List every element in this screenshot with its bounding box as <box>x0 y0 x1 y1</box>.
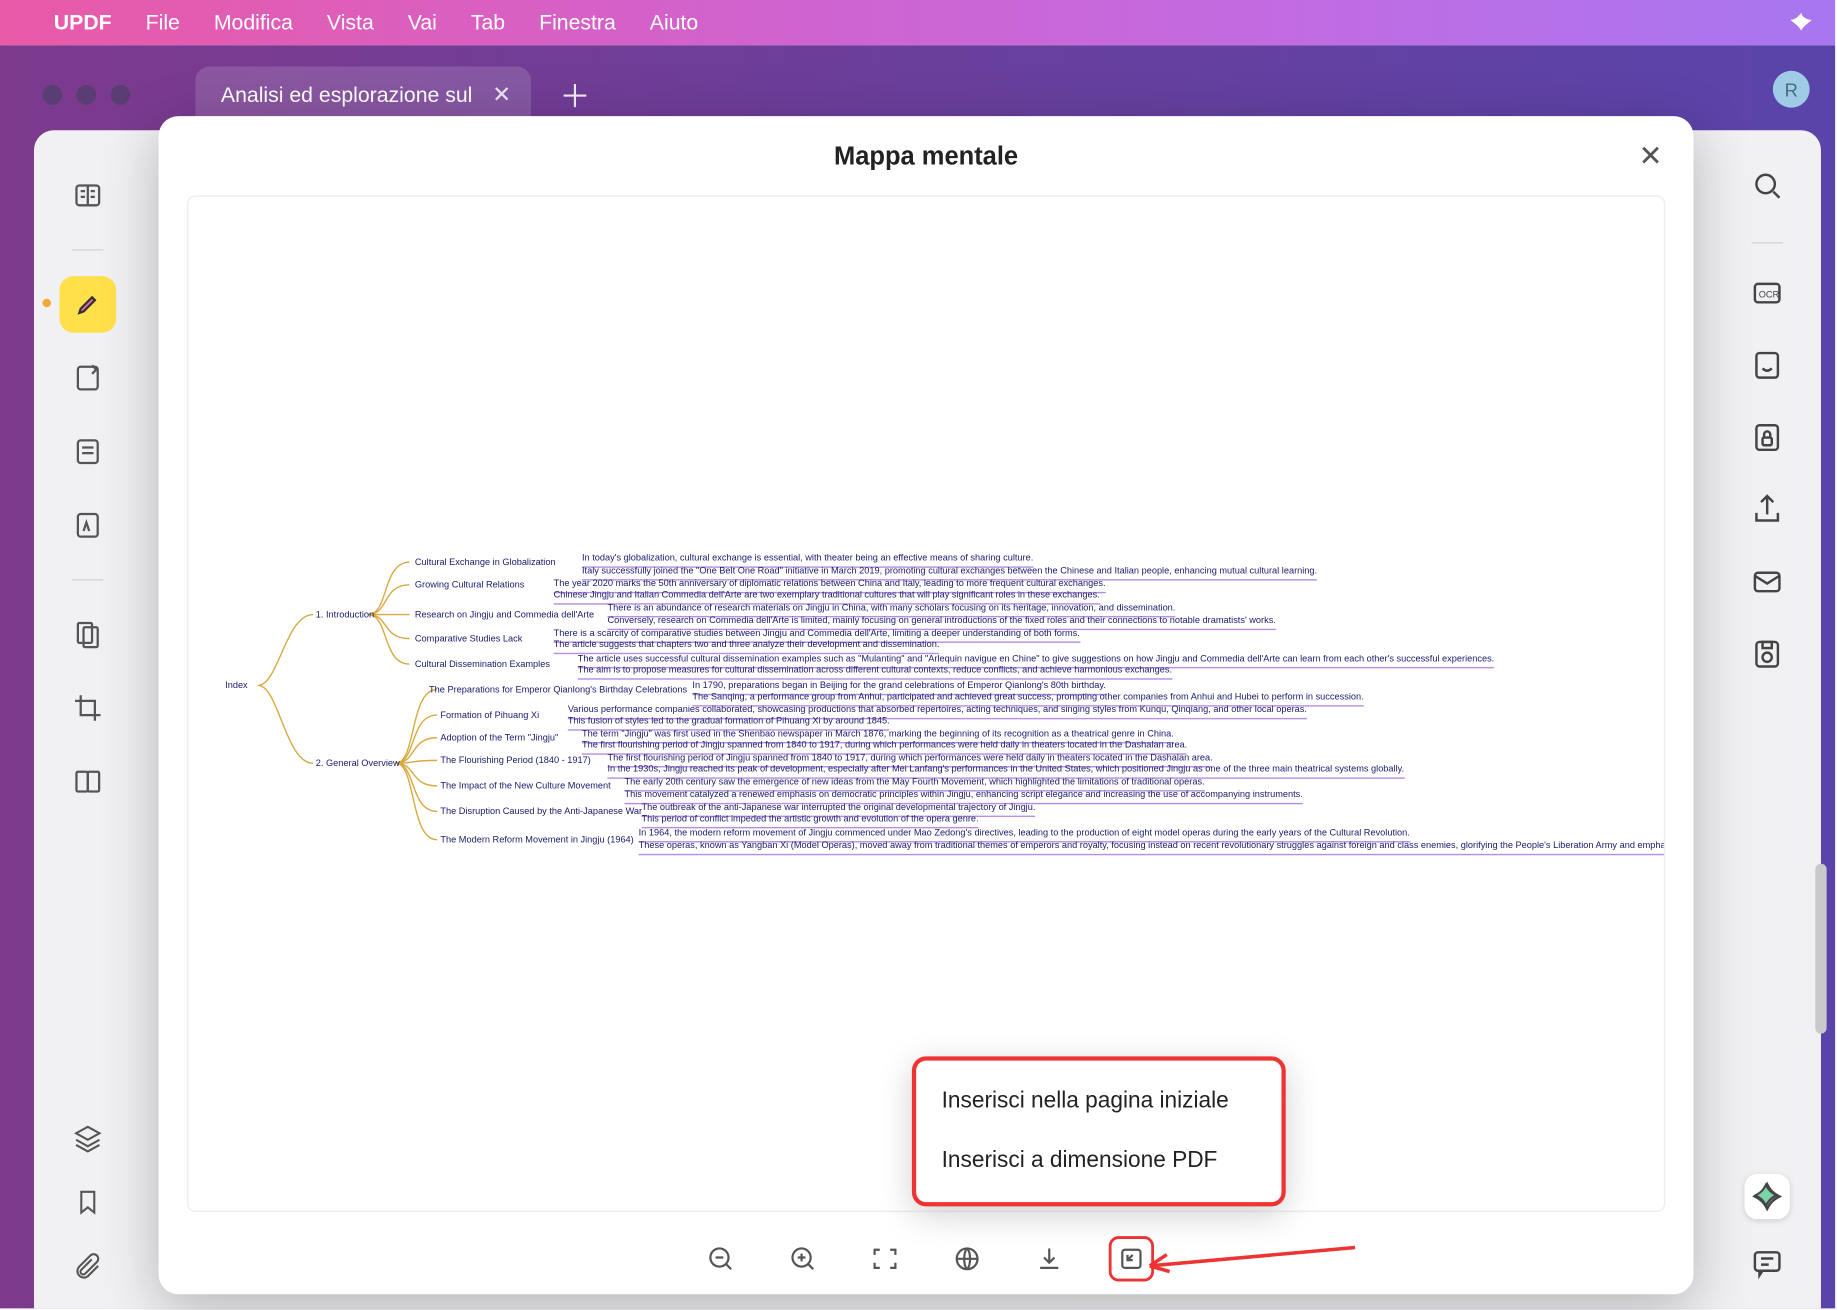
menu-finestra[interactable]: Finestra <box>539 11 616 35</box>
modal-close-icon[interactable]: ✕ <box>1639 139 1663 174</box>
menu-vai[interactable]: Vai <box>408 11 437 35</box>
web-icon[interactable] <box>946 1238 988 1280</box>
menu-tab[interactable]: Tab <box>471 11 505 35</box>
traffic-close[interactable] <box>42 85 62 105</box>
right-toolbar: OCR <box>1728 150 1807 1308</box>
layers-icon[interactable] <box>72 1123 103 1161</box>
zoom-in-icon[interactable] <box>782 1238 824 1280</box>
mm-node: The Disruption Caused by the Anti-Japane… <box>440 807 642 819</box>
save-icon[interactable] <box>1749 636 1786 680</box>
avatar-initial: R <box>1785 79 1798 100</box>
insert-options-popup: Inserisci nella pagina iniziale Inserisc… <box>912 1056 1286 1206</box>
insert-pdf-size-option[interactable]: Inserisci a dimensione PDF <box>916 1131 1281 1190</box>
comments-icon[interactable] <box>1749 1245 1786 1289</box>
modal-header: Mappa mentale ✕ <box>159 116 1694 195</box>
mm-node: Formation of Pihuang Xi <box>440 711 539 723</box>
tab-close-icon[interactable]: ✕ <box>492 81 511 109</box>
mm-intro: 1. Introduction <box>316 610 374 622</box>
macos-menubar: UPDF File Modifica Vista Vai Tab Finestr… <box>0 0 1835 45</box>
ai-assistant-icon[interactable] <box>1745 1174 1790 1219</box>
zoom-out-icon[interactable] <box>700 1238 742 1280</box>
ocr-icon[interactable]: OCR <box>1749 275 1786 319</box>
traffic-zoom[interactable] <box>110 85 130 105</box>
menu-file[interactable]: File <box>146 11 180 35</box>
protect-icon[interactable] <box>1749 419 1786 463</box>
compare-tool-icon[interactable] <box>59 753 116 810</box>
mindmap-modal: Mappa mentale ✕ <box>159 116 1694 1294</box>
mm-overview: 2. General Overview <box>316 759 400 771</box>
left-toolbar <box>48 150 127 1308</box>
crop-tool-icon[interactable] <box>59 680 116 737</box>
menu-modifica[interactable]: Modifica <box>214 11 293 35</box>
scrollbar-thumb[interactable] <box>1815 864 1826 1034</box>
page-tools-icon[interactable] <box>59 423 116 480</box>
mm-node: The Flourishing Period (1840 - 1917) <box>440 756 590 768</box>
attachment-icon[interactable] <box>72 1250 103 1288</box>
mm-root: Index <box>225 681 248 693</box>
fit-screen-icon[interactable] <box>864 1238 906 1280</box>
modal-footer <box>159 1223 1694 1294</box>
email-icon[interactable] <box>1749 564 1786 608</box>
share-icon[interactable] <box>1749 491 1786 535</box>
insert-first-page-option[interactable]: Inserisci nella pagina iniziale <box>916 1072 1281 1131</box>
mm-leaf: The article suggests that chapters two a… <box>554 640 940 655</box>
reader-mode-icon[interactable] <box>59 167 116 224</box>
download-icon[interactable] <box>1028 1238 1070 1280</box>
mm-leaf: The aim is to propose measures for cultu… <box>578 666 1172 681</box>
document-tab[interactable]: Analisi ed esplorazione sul ✕ <box>195 67 531 124</box>
mm-node: Adoption of the Term "Jingju" <box>440 733 558 745</box>
window-traffic-lights[interactable] <box>42 85 130 105</box>
mm-leaf: This period of conflict impeded the arti… <box>641 814 978 829</box>
mm-leaf: These operas, known as Yangban Xi (Model… <box>639 841 1666 856</box>
mm-node: Cultural Exchange in Globalization <box>415 558 556 570</box>
mm-node: The Impact of the New Culture Movement <box>440 782 610 794</box>
traffic-minimize[interactable] <box>76 85 96 105</box>
tray-bird-icon[interactable] <box>1787 6 1815 40</box>
insert-to-pdf-icon[interactable] <box>1110 1238 1152 1280</box>
bookmark-icon[interactable] <box>72 1187 103 1225</box>
active-indicator-dot <box>42 299 50 307</box>
highlighter-tool-icon[interactable] <box>59 276 116 333</box>
search-icon[interactable] <box>1749 167 1786 211</box>
user-avatar[interactable]: R <box>1773 71 1810 108</box>
edit-text-tool-icon[interactable] <box>59 350 116 407</box>
mm-node: Comparative Studies Lack <box>415 634 522 646</box>
tab-title: Analisi ed esplorazione sul <box>221 83 472 107</box>
svg-text:OCR: OCR <box>1759 290 1780 300</box>
organize-pages-icon[interactable] <box>59 606 116 663</box>
app-name[interactable]: UPDF <box>54 11 112 35</box>
mm-node: Research on Jingju and Commedia dell'Art… <box>415 610 594 622</box>
mm-node: The Modern Reform Movement in Jingju (19… <box>440 835 633 847</box>
menu-aiuto[interactable]: Aiuto <box>650 11 698 35</box>
mm-node: The Preparations for Emperor Qianlong's … <box>429 685 687 697</box>
fill-sign-tool-icon[interactable] <box>59 497 116 554</box>
new-tab-button[interactable]: ＋ <box>559 72 590 117</box>
mm-node: Growing Cultural Relations <box>415 581 524 593</box>
menu-vista[interactable]: Vista <box>327 11 374 35</box>
modal-title: Mappa mentale <box>834 141 1018 171</box>
mm-node: Cultural Dissemination Examples <box>415 660 550 672</box>
redact-icon[interactable] <box>1749 347 1786 391</box>
